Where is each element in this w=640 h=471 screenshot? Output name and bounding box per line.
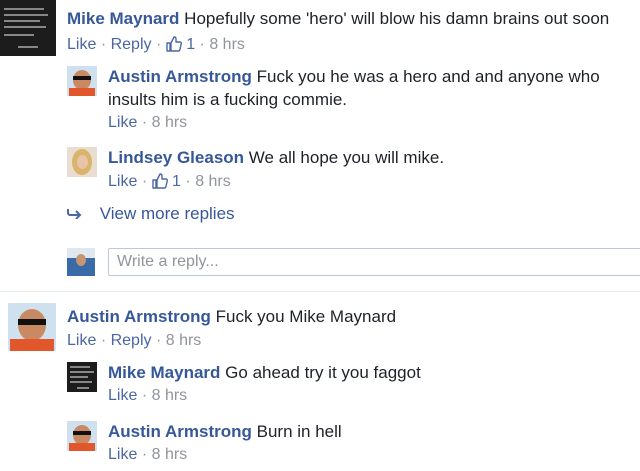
reply-text: We all hope you will mike. <box>248 148 445 167</box>
write-reply-input[interactable] <box>109 249 640 275</box>
reply: Austin Armstrong Fuck you he was a hero … <box>108 66 600 88</box>
like-count[interactable]: 1 <box>172 173 181 190</box>
author-name[interactable]: Austin Armstrong <box>67 307 211 326</box>
avatar-austin-armstrong[interactable] <box>67 421 97 451</box>
timestamp[interactable]: 8 hrs <box>195 173 231 190</box>
comment: Austin Armstrong Fuck you Mike Maynard <box>67 306 396 328</box>
avatar-mike-maynard[interactable] <box>0 0 56 56</box>
like-count[interactable]: 1 <box>186 36 195 53</box>
comment: Mike Maynard Hopefully some 'hero' will … <box>67 8 609 30</box>
reply-text-continued: insults him is a fucking commie. <box>108 90 348 109</box>
author-name[interactable]: Lindsey Gleason <box>108 148 244 167</box>
reply-button[interactable]: Reply <box>111 332 152 349</box>
reply: Austin Armstrong Burn in hell <box>108 421 342 443</box>
like-button[interactable]: Like <box>108 173 137 190</box>
timestamp[interactable]: 8 hrs <box>209 36 245 53</box>
comment-text: Fuck you Mike Maynard <box>215 307 397 326</box>
comment-actions: Like · Reply · 8 hrs <box>67 332 202 349</box>
reply-text: Fuck you he was a hero and and anyone wh… <box>256 67 600 86</box>
reply-actions: Like · 8 hrs <box>108 446 188 463</box>
like-button[interactable]: Like <box>67 332 96 349</box>
avatar-mike-maynard[interactable] <box>67 362 97 392</box>
avatar-austin-armstrong[interactable] <box>67 66 97 96</box>
thumbs-up-icon <box>166 36 182 52</box>
reply-text: Go ahead try it you faggot <box>225 363 421 382</box>
avatar-lindsey-gleason[interactable] <box>67 147 97 177</box>
timestamp[interactable]: 8 hrs <box>152 446 188 463</box>
reply-text: Burn in hell <box>256 422 342 441</box>
comment-divider <box>0 291 640 292</box>
like-button[interactable]: Like <box>108 114 137 131</box>
timestamp[interactable]: 8 hrs <box>166 332 202 349</box>
like-button[interactable]: Like <box>108 446 137 463</box>
like-button[interactable]: Like <box>67 36 96 53</box>
reply: Mike Maynard Go ahead try it you faggot <box>108 362 421 384</box>
reply-button[interactable]: Reply <box>111 36 152 53</box>
like-button[interactable]: Like <box>108 387 137 404</box>
avatar-current-user[interactable] <box>67 248 95 276</box>
reply-actions: Like · 8 hrs <box>108 387 188 404</box>
thumbs-up-icon <box>151 173 168 189</box>
view-more-replies-link[interactable]: View more replies <box>67 204 235 224</box>
avatar-austin-armstrong[interactable] <box>8 303 56 351</box>
author-name[interactable]: Austin Armstrong <box>108 422 252 441</box>
author-name[interactable]: Mike Maynard <box>67 9 179 28</box>
reply-composer <box>108 248 640 276</box>
comment-actions: Like · Reply · 1 · 8 hrs <box>67 36 245 53</box>
author-name[interactable]: Mike Maynard <box>108 363 220 382</box>
view-more-label: View more replies <box>99 204 235 223</box>
comment-text: Hopefully some 'hero' will blow his damn… <box>184 9 610 28</box>
author-name[interactable]: Austin Armstrong <box>108 67 252 86</box>
reply-actions: Like · 8 hrs <box>108 114 188 131</box>
reply-arrow-icon <box>67 209 82 220</box>
timestamp[interactable]: 8 hrs <box>152 387 188 404</box>
reply: Lindsey Gleason We all hope you will mik… <box>108 147 444 169</box>
timestamp[interactable]: 8 hrs <box>152 114 188 131</box>
reply-actions: Like · 1 · 8 hrs <box>108 173 231 190</box>
